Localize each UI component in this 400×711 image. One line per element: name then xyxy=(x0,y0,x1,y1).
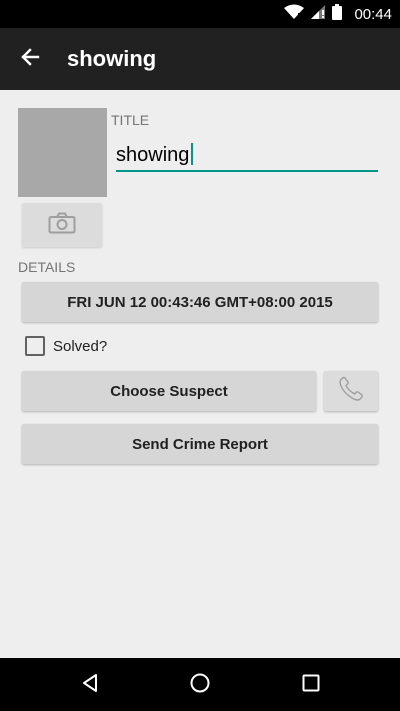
nav-back-button[interactable] xyxy=(75,670,105,700)
date-button[interactable]: FRI JUN 12 00:43:46 GMT+08:00 2015 xyxy=(22,282,378,322)
choose-suspect-button[interactable]: Choose Suspect xyxy=(22,371,316,411)
page-title: showing xyxy=(67,46,157,71)
status-bar: 00:44 xyxy=(0,0,400,28)
title-label: TITLE xyxy=(111,112,150,128)
camera-button[interactable] xyxy=(22,203,102,247)
nav-back-icon xyxy=(80,673,100,698)
details-label: DETAILS xyxy=(18,259,76,275)
status-time: 00:44 xyxy=(354,5,392,23)
text-cursor xyxy=(191,143,193,165)
app-bar: showing xyxy=(0,28,400,90)
nav-home-icon xyxy=(189,672,211,699)
title-input[interactable] xyxy=(116,140,378,172)
battery-icon xyxy=(332,3,343,25)
back-button[interactable] xyxy=(12,41,48,77)
solved-checkbox-row[interactable]: Solved? xyxy=(25,336,107,356)
crime-photo xyxy=(18,108,107,197)
arrow-back-icon xyxy=(20,47,40,72)
phone-icon xyxy=(338,376,364,406)
crime-detail-form: TITLE DETAILS FRI JUN 12 00:43:46 GMT+08… xyxy=(0,90,400,658)
status-icons: 00:44 xyxy=(284,3,392,25)
solved-checkbox[interactable] xyxy=(25,336,45,356)
nav-home-button[interactable] xyxy=(185,670,215,700)
system-nav-bar xyxy=(0,658,400,711)
camera-icon xyxy=(48,212,76,239)
nav-recents-button[interactable] xyxy=(296,670,326,700)
send-crime-report-button[interactable]: Send Crime Report xyxy=(22,424,378,464)
solved-label: Solved? xyxy=(53,337,108,355)
wifi-icon xyxy=(284,4,305,25)
nav-recents-icon xyxy=(302,674,320,697)
call-suspect-button[interactable] xyxy=(324,371,378,411)
cell-signal-icon xyxy=(310,4,326,25)
